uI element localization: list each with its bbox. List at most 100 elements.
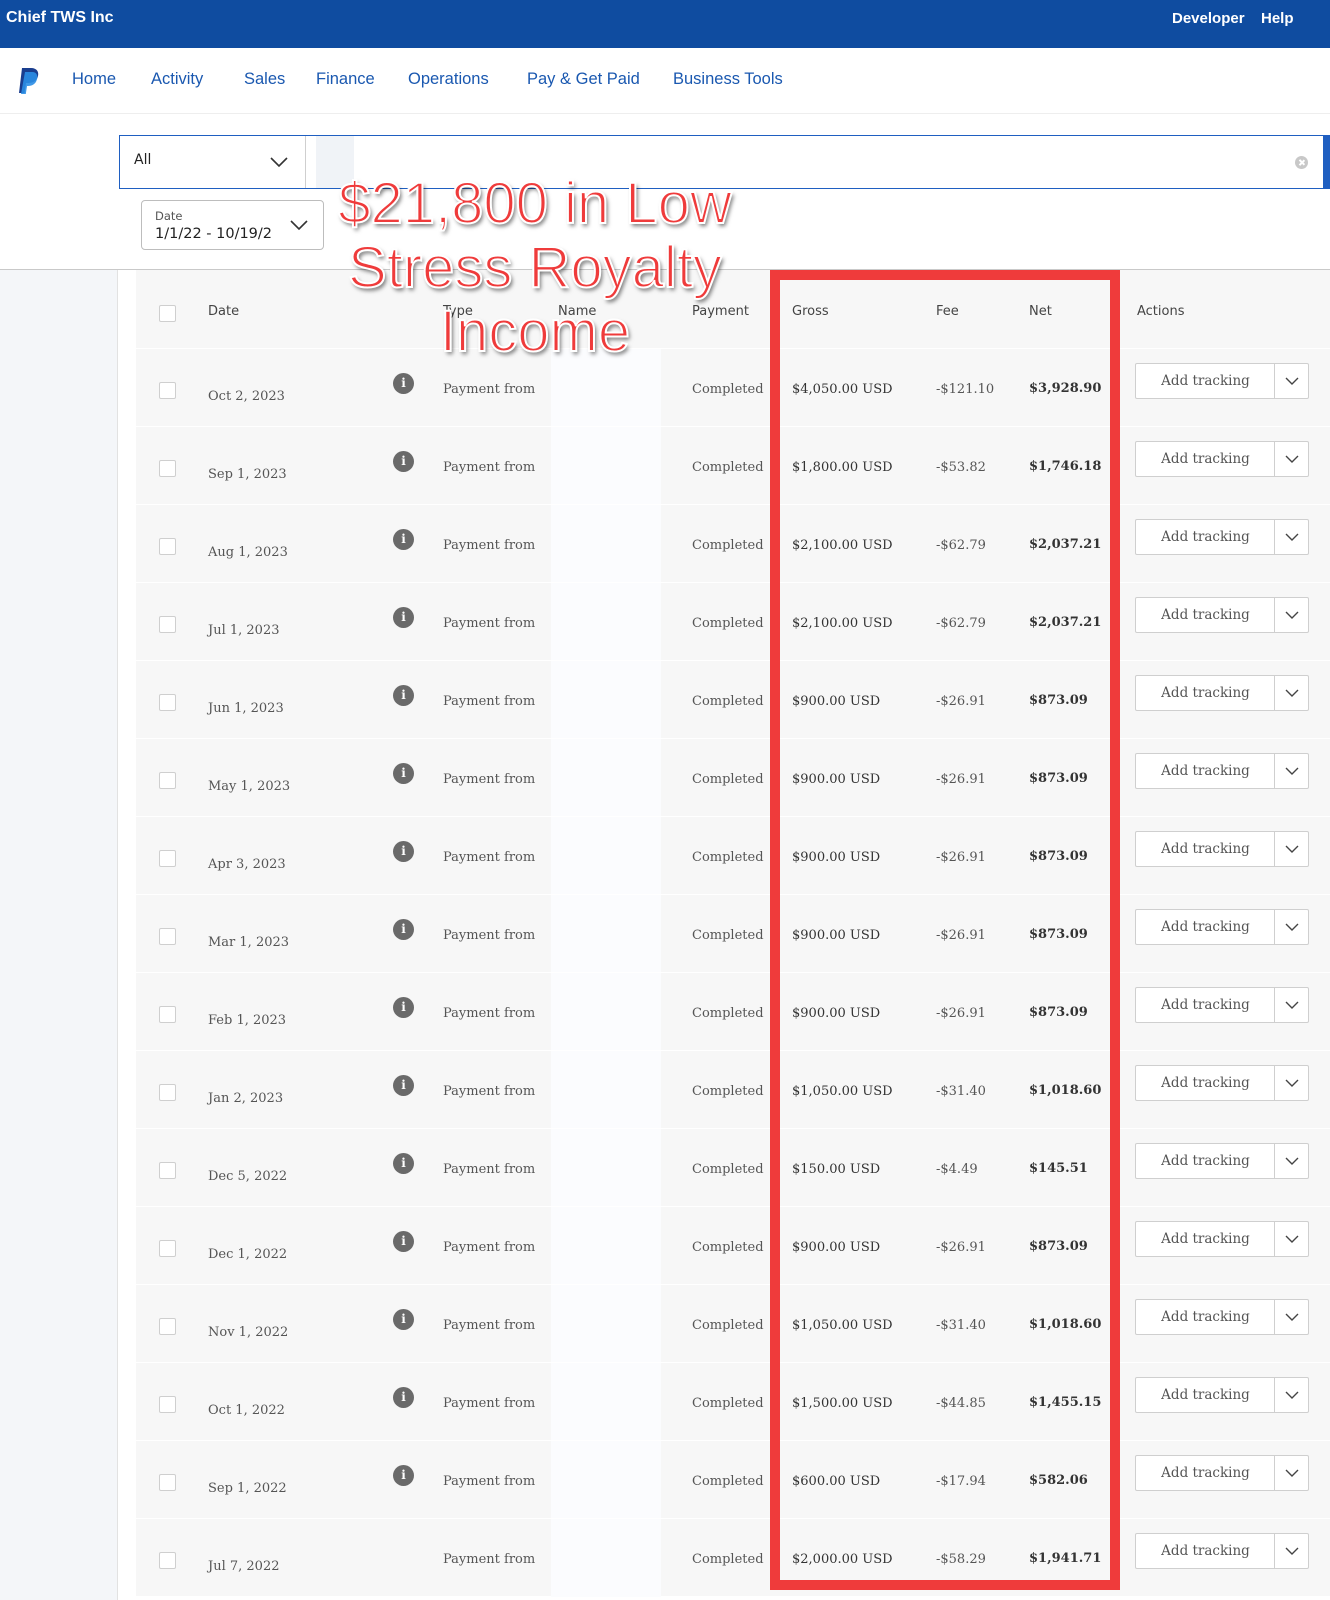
actions-dropdown-button[interactable]	[1274, 1222, 1308, 1256]
row-checkbox[interactable]	[159, 772, 176, 789]
row-checkbox[interactable]	[159, 850, 176, 867]
table-row[interactable]: Mar 1, 2023 i Payment from Completed $900.00…	[136, 894, 1330, 973]
row-checkbox[interactable]	[159, 1084, 176, 1101]
header-payment[interactable]: Payment	[692, 304, 749, 319]
table-row[interactable]: Oct 1, 2022 i Payment from Completed $1,500.…	[136, 1362, 1330, 1441]
add-tracking-button[interactable]: Add tracking	[1136, 832, 1275, 866]
info-icon[interactable]: i	[393, 841, 414, 862]
table-row[interactable]: Sep 1, 2022 i Payment from Completed $600.00…	[136, 1440, 1330, 1519]
row-checkbox[interactable]	[159, 1162, 176, 1179]
actions-dropdown-button[interactable]	[1274, 1300, 1308, 1334]
type-filter-select[interactable]: All	[120, 136, 306, 188]
nav-pay-get-paid[interactable]: Pay & Get Paid	[527, 70, 640, 89]
actions-dropdown-button[interactable]	[1274, 910, 1308, 944]
row-checkbox[interactable]	[159, 460, 176, 477]
header-date[interactable]: Date	[208, 304, 239, 319]
add-tracking-button[interactable]: Add tracking	[1136, 1144, 1275, 1178]
help-link[interactable]: Help	[1261, 10, 1294, 27]
info-icon[interactable]: i	[393, 997, 414, 1018]
add-tracking-button[interactable]: Add tracking	[1136, 910, 1275, 944]
nav-finance[interactable]: Finance	[316, 70, 375, 89]
add-tracking-button[interactable]: Add tracking	[1136, 1534, 1275, 1568]
add-tracking-button[interactable]: Add tracking	[1136, 442, 1275, 476]
header-type[interactable]: Type	[443, 304, 473, 319]
row-checkbox[interactable]	[159, 1396, 176, 1413]
info-icon[interactable]: i	[393, 373, 414, 394]
nav-activity[interactable]: Activity	[151, 70, 203, 89]
table-row[interactable]: Dec 1, 2022 i Payment from Completed $900.00…	[136, 1206, 1330, 1285]
add-tracking-button[interactable]: Add tracking	[1136, 1378, 1275, 1412]
row-checkbox[interactable]	[159, 616, 176, 633]
actions-dropdown-button[interactable]	[1274, 988, 1308, 1022]
add-tracking-button[interactable]: Add tracking	[1136, 520, 1275, 554]
header-gross[interactable]: Gross	[792, 304, 829, 319]
table-row[interactable]: Nov 1, 2022 i Payment from Completed $1,050.…	[136, 1284, 1330, 1363]
info-icon[interactable]: i	[393, 1231, 414, 1252]
actions-dropdown-button[interactable]	[1274, 442, 1308, 476]
actions-dropdown-button[interactable]	[1274, 676, 1308, 710]
actions-dropdown-button[interactable]	[1274, 754, 1308, 788]
actions-dropdown-button[interactable]	[1274, 1456, 1308, 1490]
row-checkbox[interactable]	[159, 928, 176, 945]
select-all-checkbox[interactable]	[159, 305, 176, 322]
header-name[interactable]: Name	[558, 304, 596, 319]
add-tracking-button[interactable]: Add tracking	[1136, 1300, 1275, 1334]
add-tracking-button[interactable]: Add tracking	[1136, 988, 1275, 1022]
actions-dropdown-button[interactable]	[1274, 1144, 1308, 1178]
actions-dropdown-button[interactable]	[1274, 1378, 1308, 1412]
nav-business-tools[interactable]: Business Tools	[673, 70, 783, 89]
nav-operations[interactable]: Operations	[408, 70, 489, 89]
actions-dropdown-button[interactable]	[1274, 364, 1308, 398]
table-row[interactable]: Feb 1, 2023 i Payment from Completed $900.00…	[136, 972, 1330, 1051]
info-icon[interactable]: i	[393, 1309, 414, 1330]
info-icon[interactable]: i	[393, 1465, 414, 1486]
clear-icon[interactable]	[1295, 156, 1308, 169]
paypal-logo[interactable]	[16, 67, 40, 95]
add-tracking-button[interactable]: Add tracking	[1136, 598, 1275, 632]
actions-dropdown-button[interactable]	[1274, 1534, 1308, 1568]
actions-dropdown-button[interactable]	[1274, 520, 1308, 554]
nav-home[interactable]: Home	[72, 70, 116, 89]
row-checkbox[interactable]	[159, 1006, 176, 1023]
add-tracking-button[interactable]: Add tracking	[1136, 676, 1275, 710]
table-row[interactable]: Oct 2, 2023 i Payment from Completed $4,050.…	[136, 348, 1330, 427]
date-filter[interactable]: Date 1/1/22 - 10/19/2	[141, 200, 324, 250]
add-tracking-button[interactable]: Add tracking	[1136, 1222, 1275, 1256]
search-input[interactable]	[360, 144, 1260, 180]
row-checkbox[interactable]	[159, 1474, 176, 1491]
nav-sales[interactable]: Sales	[244, 70, 285, 89]
table-row[interactable]: Dec 5, 2022 i Payment from Completed $150.00…	[136, 1128, 1330, 1207]
table-row[interactable]: Jul 7, 2022 Payment from Completed $2,000.0…	[136, 1518, 1330, 1597]
info-icon[interactable]: i	[393, 451, 414, 472]
row-checkbox[interactable]	[159, 1240, 176, 1257]
info-icon[interactable]: i	[393, 763, 414, 784]
row-checkbox[interactable]	[159, 1552, 176, 1569]
row-checkbox[interactable]	[159, 538, 176, 555]
header-net[interactable]: Net	[1029, 304, 1052, 319]
table-row[interactable]: May 1, 2023 i Payment from Completed $900.00…	[136, 738, 1330, 817]
row-checkbox[interactable]	[159, 694, 176, 711]
add-tracking-button[interactable]: Add tracking	[1136, 1066, 1275, 1100]
actions-dropdown-button[interactable]	[1274, 1066, 1308, 1100]
table-row[interactable]: Apr 3, 2023 i Payment from Completed $900.00…	[136, 816, 1330, 895]
add-tracking-button[interactable]: Add tracking	[1136, 364, 1275, 398]
info-icon[interactable]: i	[393, 529, 414, 550]
table-row[interactable]: Jan 2, 2023 i Payment from Completed $1,050.…	[136, 1050, 1330, 1129]
info-icon[interactable]: i	[393, 1075, 414, 1096]
table-row[interactable]: Jun 1, 2023 i Payment from Completed $900.00…	[136, 660, 1330, 739]
actions-dropdown-button[interactable]	[1274, 832, 1308, 866]
add-tracking-button[interactable]: Add tracking	[1136, 1456, 1275, 1490]
row-checkbox[interactable]	[159, 1318, 176, 1335]
header-fee[interactable]: Fee	[936, 304, 959, 319]
table-row[interactable]: Sep 1, 2023 i Payment from Completed $1,800.…	[136, 426, 1330, 505]
developer-link[interactable]: Developer	[1172, 10, 1245, 27]
info-icon[interactable]: i	[393, 1153, 414, 1174]
add-tracking-button[interactable]: Add tracking	[1136, 754, 1275, 788]
info-icon[interactable]: i	[393, 1387, 414, 1408]
row-checkbox[interactable]	[159, 382, 176, 399]
info-icon[interactable]: i	[393, 607, 414, 628]
table-row[interactable]: Aug 1, 2023 i Payment from Completed $2,100.…	[136, 504, 1330, 583]
info-icon[interactable]: i	[393, 685, 414, 706]
actions-dropdown-button[interactable]	[1274, 598, 1308, 632]
table-row[interactable]: Jul 1, 2023 i Payment from Completed $2,100.…	[136, 582, 1330, 661]
